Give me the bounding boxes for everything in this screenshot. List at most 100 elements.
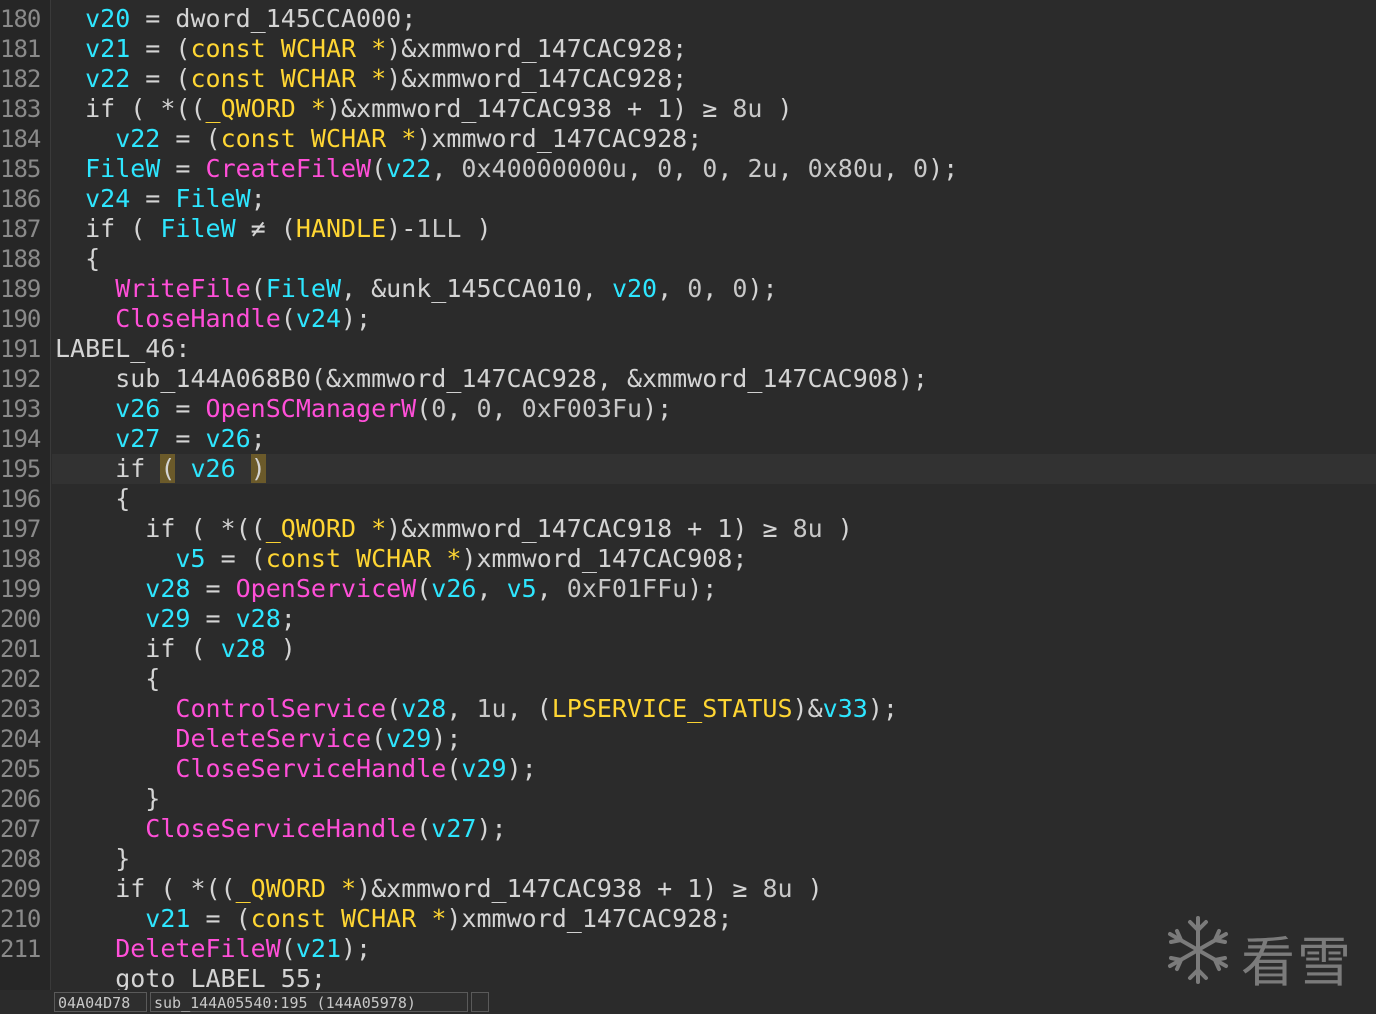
variable-token[interactable]: v29 xyxy=(461,754,506,783)
code-line[interactable]: 199 v28 = OpenServiceW(v26, v5, 0xF01FFu)… xyxy=(0,574,1376,604)
code-line[interactable]: 204 DeleteService(v29); xyxy=(0,724,1376,754)
code-line[interactable]: 187 if ( FileW ≠ (HANDLE)-1LL ) xyxy=(0,214,1376,244)
code-text[interactable]: LABEL_46: xyxy=(55,334,190,364)
variable-token[interactable]: v27 xyxy=(431,814,476,843)
variable-token[interactable]: v22 xyxy=(115,124,160,153)
variable-token[interactable]: v28 xyxy=(401,694,446,723)
code-text[interactable]: { xyxy=(55,664,160,694)
code-text[interactable]: v28 = OpenServiceW(v26, v5, 0xF01FFu); xyxy=(55,574,717,604)
code-text[interactable]: DeleteService(v29); xyxy=(55,724,461,754)
variable-token[interactable]: FileW xyxy=(266,274,341,303)
code-line[interactable]: 190 CloseHandle(v24); xyxy=(0,304,1376,334)
code-text[interactable]: if ( v28 ) xyxy=(55,634,296,664)
code-text[interactable]: v29 = v28; xyxy=(55,604,296,634)
function-token[interactable]: ControlService xyxy=(175,694,386,723)
code-text[interactable]: v27 = v26; xyxy=(55,424,266,454)
variable-token[interactable]: v22 xyxy=(85,64,130,93)
code-text[interactable]: if ( FileW ≠ (HANDLE)-1LL ) xyxy=(55,214,491,244)
code-text[interactable]: v22 = (const WCHAR *)&xmmword_147CAC928; xyxy=(55,64,687,94)
function-token[interactable]: WriteFile xyxy=(115,274,250,303)
code-line[interactable]: 180 v20 = dword_145CCA000; xyxy=(0,4,1376,34)
code-text[interactable]: if ( *((_QWORD *)&xmmword_147CAC938 + 1)… xyxy=(55,874,823,904)
code-line[interactable]: 196 { xyxy=(0,484,1376,514)
code-text[interactable]: FileW = CreateFileW(v22, 0x40000000u, 0,… xyxy=(55,154,958,184)
variable-token[interactable]: FileW xyxy=(175,184,250,213)
variable-token[interactable]: FileW xyxy=(160,214,235,243)
code-line[interactable]: 191 LABEL_46: xyxy=(0,334,1376,364)
variable-token[interactable]: v33 xyxy=(823,694,868,723)
code-line[interactable]: 195 if ( v26 ) xyxy=(0,454,1376,484)
variable-token[interactable]: v29 xyxy=(145,604,190,633)
code-text[interactable]: CloseServiceHandle(v27); xyxy=(55,814,506,844)
code-text[interactable]: if ( *((_QWORD *)&xmmword_147CAC938 + 1)… xyxy=(55,94,793,124)
code-text[interactable]: } xyxy=(55,844,130,874)
code-text[interactable]: v22 = (const WCHAR *)xmmword_147CAC928; xyxy=(55,124,702,154)
variable-token[interactable]: v22 xyxy=(386,154,431,183)
code-line[interactable]: 181 v21 = (const WCHAR *)&xmmword_147CAC9… xyxy=(0,34,1376,64)
code-line[interactable]: 182 v22 = (const WCHAR *)&xmmword_147CAC9… xyxy=(0,64,1376,94)
function-token[interactable]: CloseServiceHandle xyxy=(175,754,446,783)
variable-token[interactable]: v21 xyxy=(85,34,130,63)
variable-token[interactable]: v24 xyxy=(296,304,341,333)
variable-token[interactable]: v26 xyxy=(190,454,235,483)
variable-token[interactable]: FileW xyxy=(85,154,160,183)
code-text[interactable]: { xyxy=(55,244,100,274)
variable-token[interactable]: v20 xyxy=(85,4,130,33)
code-line[interactable]: 188 { xyxy=(0,244,1376,274)
code-line[interactable]: 184 v22 = (const WCHAR *)xmmword_147CAC92… xyxy=(0,124,1376,154)
code-text[interactable]: CloseServiceHandle(v29); xyxy=(55,754,536,784)
variable-token[interactable]: v5 xyxy=(175,544,205,573)
code-line[interactable]: 192 sub_144A068B0(&xmmword_147CAC928, &xm… xyxy=(0,364,1376,394)
variable-token[interactable]: v28 xyxy=(145,574,190,603)
variable-token[interactable]: v26 xyxy=(115,394,160,423)
code-text[interactable]: v21 = (const WCHAR *)&xmmword_147CAC928; xyxy=(55,34,687,64)
function-token[interactable]: OpenSCManagerW xyxy=(206,394,417,423)
variable-token[interactable]: v27 xyxy=(115,424,160,453)
code-line[interactable]: 189 WriteFile(FileW, &unk_145CCA010, v20,… xyxy=(0,274,1376,304)
code-text[interactable]: DeleteFileW(v21); xyxy=(55,934,371,964)
variable-token[interactable]: v21 xyxy=(145,904,190,933)
code-line[interactable]: 197 if ( *((_QWORD *)&xmmword_147CAC918 +… xyxy=(0,514,1376,544)
variable-token[interactable]: v26 xyxy=(206,424,251,453)
function-token[interactable]: OpenServiceW xyxy=(236,574,417,603)
code-text[interactable]: CloseHandle(v24); xyxy=(55,304,371,334)
variable-token[interactable]: v29 xyxy=(386,724,431,753)
code-line[interactable]: 205 CloseServiceHandle(v29); xyxy=(0,754,1376,784)
code-text[interactable]: if ( *((_QWORD *)&xmmword_147CAC918 + 1)… xyxy=(55,514,853,544)
code-text[interactable]: WriteFile(FileW, &unk_145CCA010, v20, 0,… xyxy=(55,274,777,304)
code-line[interactable]: 186 v24 = FileW; xyxy=(0,184,1376,214)
variable-token[interactable]: v28 xyxy=(236,604,281,633)
function-token[interactable]: DeleteFileW xyxy=(115,934,281,963)
code-line[interactable]: 203 ControlService(v28, 1u, (LPSERVICE_ST… xyxy=(0,694,1376,724)
code-line[interactable]: 183 if ( *((_QWORD *)&xmmword_147CAC938 +… xyxy=(0,94,1376,124)
variable-token[interactable]: v26 xyxy=(431,574,476,603)
variable-token[interactable]: v24 xyxy=(85,184,130,213)
code-line[interactable]: 207 CloseServiceHandle(v27); xyxy=(0,814,1376,844)
code-text[interactable]: } xyxy=(55,784,160,814)
code-line[interactable]: 193 v26 = OpenSCManagerW(0, 0, 0xF003Fu); xyxy=(0,394,1376,424)
variable-token[interactable]: v21 xyxy=(296,934,341,963)
function-token[interactable]: CreateFileW xyxy=(206,154,372,183)
code-line[interactable]: 185 FileW = CreateFileW(v22, 0x40000000u,… xyxy=(0,154,1376,184)
code-text[interactable]: v5 = (const WCHAR *)xmmword_147CAC908; xyxy=(55,544,747,574)
pseudocode-viewer[interactable]: 180 v20 = dword_145CCA000; 181 v21 = (const… xyxy=(0,0,1376,1014)
code-text[interactable]: v21 = (const WCHAR *)xmmword_147CAC928; xyxy=(55,904,732,934)
code-line[interactable]: 209 if ( *((_QWORD *)&xmmword_147CAC938 +… xyxy=(0,874,1376,904)
function-token[interactable]: CloseHandle xyxy=(115,304,281,333)
code-line[interactable]: 201 if ( v28 ) xyxy=(0,634,1376,664)
variable-token[interactable]: v28 xyxy=(221,634,266,663)
function-token[interactable]: CloseServiceHandle xyxy=(145,814,416,843)
code-line[interactable]: 200 v29 = v28; xyxy=(0,604,1376,634)
variable-token[interactable]: v5 xyxy=(507,574,537,603)
code-line[interactable]: 194 v27 = v26; xyxy=(0,424,1376,454)
code-text[interactable]: v20 = dword_145CCA000; xyxy=(55,4,416,34)
code-line[interactable]: 206} xyxy=(0,784,1376,814)
code-area[interactable]: 180 v20 = dword_145CCA000; 181 v21 = (const… xyxy=(0,4,1376,994)
code-text[interactable]: v26 = OpenSCManagerW(0, 0, 0xF003Fu); xyxy=(55,394,672,424)
code-text[interactable]: sub_144A068B0(&xmmword_147CAC928, &xmmwo… xyxy=(55,364,928,394)
code-line[interactable]: 198 v5 = (const WCHAR *)xmmword_147CAC908… xyxy=(0,544,1376,574)
variable-token[interactable]: v20 xyxy=(612,274,657,303)
code-line[interactable]: 208} xyxy=(0,844,1376,874)
code-text[interactable]: if ( v26 ) xyxy=(55,454,266,484)
function-token[interactable]: DeleteService xyxy=(175,724,371,753)
